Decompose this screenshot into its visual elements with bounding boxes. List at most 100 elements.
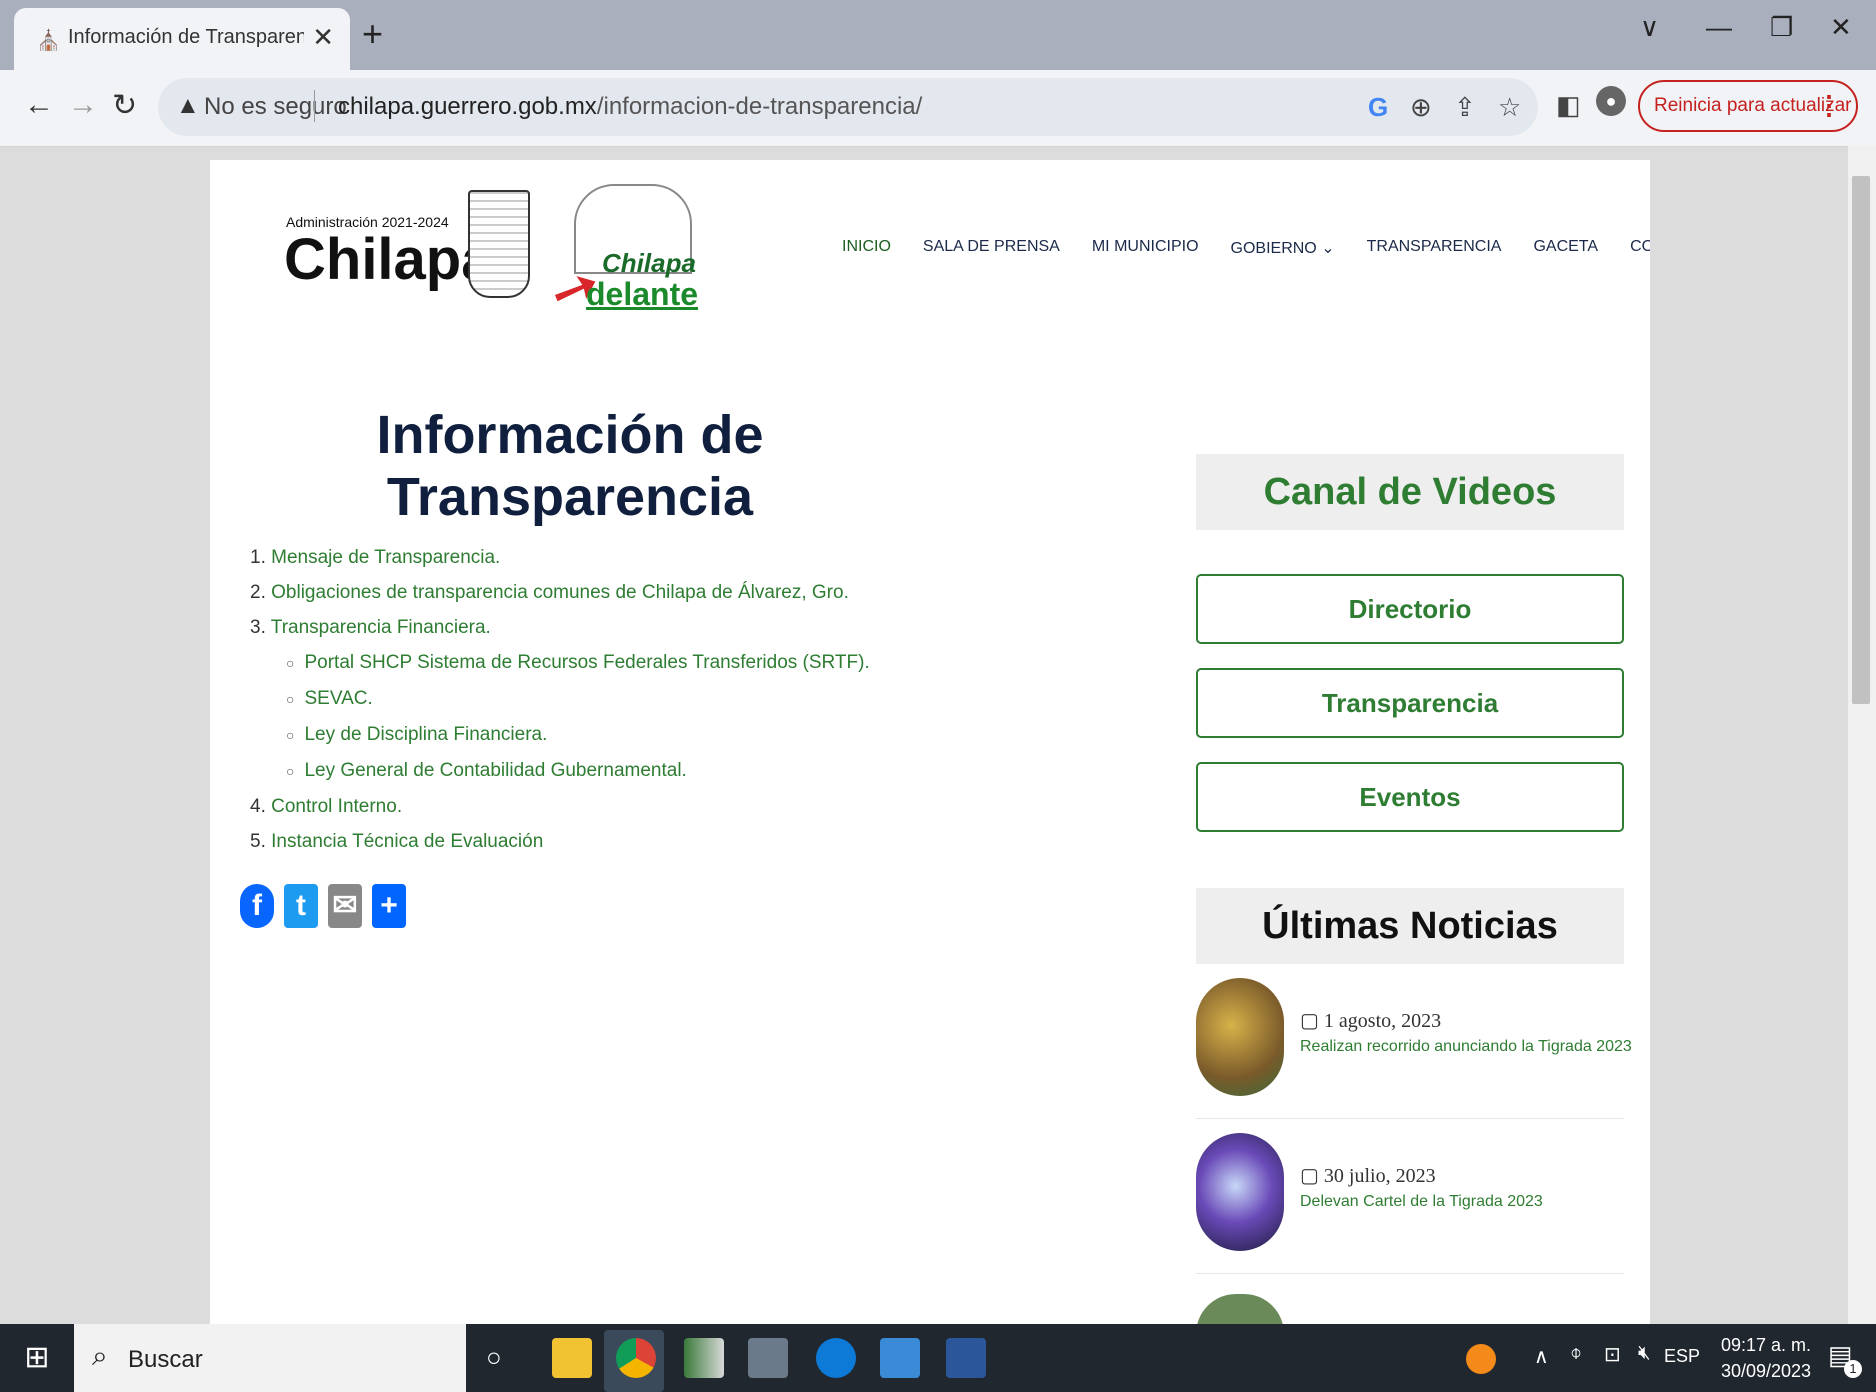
cortana-icon[interactable]: ○ [486, 1342, 502, 1373]
list-item[interactable]: 4. Control Interno. [250, 789, 1050, 824]
forward-icon[interactable]: → [68, 88, 98, 122]
news-item[interactable]: ▢ 1 agosto, 2023 Realizan recorrido anun… [1196, 964, 1632, 1119]
zoom-icon[interactable]: ⊕ [1410, 92, 1432, 123]
chrome-icon[interactable] [616, 1338, 656, 1378]
list-link[interactable]: Mensaje de Transparencia. [271, 547, 500, 568]
list-item[interactable]: 1. Mensaje de Transparencia. [250, 540, 1050, 575]
tab-close-icon[interactable]: ✕ [312, 22, 334, 53]
restore-icon[interactable]: ❐ [1770, 12, 1793, 43]
email-share-icon[interactable]: ✉ [328, 884, 362, 928]
sub-list-link[interactable]: SEVAC. [304, 688, 372, 709]
app-icon[interactable] [684, 1338, 724, 1378]
back-icon[interactable]: ← [24, 88, 54, 122]
transparency-list: 1. Mensaje de Transparencia. 2. Obligaci… [250, 540, 1050, 859]
news-thumbnail[interactable] [1196, 978, 1284, 1096]
list-item[interactable]: 3. Transparencia Financiera. [250, 610, 1050, 645]
news-item[interactable]: ▢ 30 julio, 2023 Delevan Cartel de la Ti… [1196, 1119, 1624, 1274]
browser-tab[interactable]: ⛪ Información de Transparencia | H ✕ [14, 8, 350, 70]
nav-inicio[interactable]: INICIO [842, 238, 891, 278]
sub-list-item[interactable]: ○ Portal SHCP Sistema de Recursos Federal… [286, 645, 1050, 681]
sidebar: Canal de Videos Directorio Transparencia… [1196, 454, 1632, 1326]
bullet-icon: ○ [286, 691, 295, 707]
sub-list-item[interactable]: ○ Ley General de Contabilidad Gubernament… [286, 753, 1050, 789]
list-link[interactable]: Transparencia Financiera. [271, 617, 491, 638]
address-separator [314, 90, 315, 122]
bookmark-star-icon[interactable]: ☆ [1498, 92, 1521, 123]
sub-list-link[interactable]: Ley General de Contabilidad Gubernamenta… [304, 760, 686, 781]
news-title[interactable]: Delevan Cartel de la Tigrada 2023 [1300, 1193, 1543, 1211]
teamviewer-icon[interactable] [816, 1338, 856, 1378]
eventos-button[interactable]: Eventos [1196, 762, 1624, 832]
transparencia-button[interactable]: Transparencia [1196, 668, 1624, 738]
word-icon[interactable] [946, 1338, 986, 1378]
chilapa-adelante-logo[interactable]: ➚ Chilapa delante [541, 184, 700, 328]
url-text[interactable]: chilapa.guerrero.gob.mx/informacion-de-t… [338, 93, 922, 121]
nav-gaceta[interactable]: GACETA [1533, 238, 1598, 278]
taskbar-search[interactable]: ⌕ Buscar [74, 1324, 466, 1392]
list-number: 5. [250, 831, 266, 852]
share-icon[interactable]: ⇪ [1454, 92, 1476, 123]
reload-icon[interactable]: ↻ [112, 88, 137, 123]
nav-sala-de-prensa[interactable]: SALA DE PRENSA [923, 238, 1060, 278]
sub-list-item[interactable]: ○ Ley de Disciplina Financiera. [286, 717, 1050, 753]
address-bar[interactable]: ▲ No es seguro chilapa.guerrero.gob.mx/i… [158, 78, 1538, 136]
windows-start-icon[interactable]: ⊞ [0, 1324, 74, 1392]
window-close-icon[interactable]: ✕ [1830, 12, 1852, 43]
site-favicon-icon: ⛪ [36, 30, 61, 52]
bullet-icon: ○ [286, 727, 295, 743]
ultimas-noticias-heading: Últimas Noticias [1196, 888, 1624, 964]
scrollbar-thumb[interactable] [1852, 176, 1870, 704]
side-panel-icon[interactable]: ◧ [1556, 90, 1581, 121]
tab-title: Información de Transparencia | H [68, 26, 304, 48]
nav-mi-municipio[interactable]: MI MUNICIPIO [1092, 238, 1199, 278]
sub-list-item[interactable]: ○ SEVAC. [286, 681, 1050, 717]
minimize-icon[interactable]: — [1706, 12, 1732, 43]
sub-list-link[interactable]: Portal SHCP Sistema de Recursos Federale… [304, 652, 869, 673]
warning-icon[interactable]: ▲ [176, 92, 200, 120]
news-thumbnail[interactable] [1196, 1294, 1284, 1326]
weather-icon[interactable] [1466, 1344, 1496, 1374]
profile-avatar[interactable]: ● [1596, 86, 1626, 116]
clock[interactable]: 09:17 a. m. 30/09/2023 [1716, 1332, 1816, 1384]
security-label[interactable]: No es seguro [204, 93, 347, 121]
list-link[interactable]: Instancia Técnica de Evaluación [271, 831, 543, 852]
google-icon[interactable]: G [1368, 92, 1388, 123]
list-item[interactable]: 2. Obligaciones de transparencia comunes… [250, 575, 1050, 610]
list-link[interactable]: Control Interno. [271, 796, 402, 817]
directorio-button[interactable]: Directorio [1196, 574, 1624, 644]
nav-transparencia[interactable]: TRANSPARENCIA [1367, 238, 1502, 278]
new-tab-button[interactable]: + [362, 14, 383, 54]
language-indicator[interactable]: ESP [1664, 1346, 1700, 1367]
list-link[interactable]: Obligaciones de transparencia comunes de… [271, 582, 849, 603]
news-date-text: 30 julio, 2023 [1323, 1165, 1436, 1187]
canal-videos-heading[interactable]: Canal de Videos [1196, 454, 1624, 530]
news-thumbnail[interactable] [1196, 1133, 1284, 1251]
volume-muted-icon[interactable]: 🔇︎ [1638, 1342, 1651, 1365]
calculator-icon[interactable] [748, 1338, 788, 1378]
control-panel-icon[interactable] [880, 1338, 920, 1378]
facebook-share-icon[interactable]: f [240, 884, 274, 928]
twitter-share-icon[interactable]: t [284, 884, 318, 928]
news-title[interactable]: Realizan recorrido anunciando la Tigrada… [1300, 1038, 1632, 1056]
browser-toolbar: ← → ↻ ▲ No es seguro chilapa.guerrero.go… [0, 70, 1876, 147]
file-explorer-icon[interactable] [552, 1338, 592, 1378]
list-item[interactable]: 5. Instancia Técnica de Evaluación [250, 824, 1050, 859]
notification-count-badge: 1 [1844, 1360, 1862, 1378]
coat-of-arms-icon [468, 190, 530, 298]
tray-chevron-icon[interactable]: ∧ [1534, 1344, 1549, 1369]
nav-contacto[interactable]: CONTACTO [1630, 238, 1650, 278]
clock-date: 30/09/2023 [1720, 1361, 1812, 1381]
bullet-icon: ○ [286, 763, 295, 779]
tab-strip: ⛪ Información de Transparencia | H ✕ + ∨… [0, 0, 1876, 70]
network-icon[interactable]: ⊡ [1604, 1342, 1621, 1367]
search-icon: ⌕ [92, 1340, 108, 1371]
nav-gobierno[interactable]: GOBIERNO ⌄ [1231, 238, 1335, 278]
logo-name: Chilapa [284, 227, 494, 292]
web-page: Administración 2021-2024 Chilapa ➚ Chila… [210, 160, 1650, 1326]
tray-app-icon[interactable]: ⌽ [1570, 1342, 1582, 1365]
relaunch-button[interactable]: Reinicia para actualizar ⋮ [1638, 80, 1858, 132]
tab-search-icon[interactable]: ∨ [1640, 12, 1659, 43]
menu-dots-icon[interactable]: ⋮ [1816, 90, 1842, 121]
sub-list-link[interactable]: Ley de Disciplina Financiera. [304, 724, 547, 745]
more-share-icon[interactable]: + [372, 884, 406, 928]
